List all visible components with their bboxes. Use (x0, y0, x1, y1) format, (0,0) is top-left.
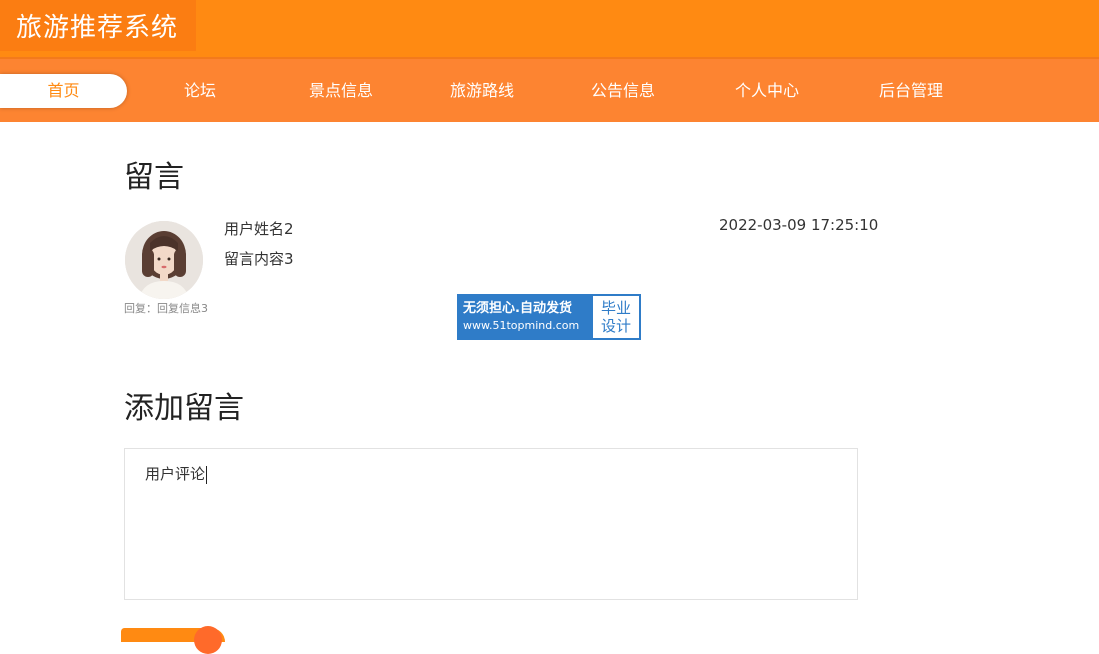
text-caret (206, 465, 208, 484)
main-nav: 首页 论坛 景点信息 旅游路线 公告信息 个人中心 后台管理 (0, 57, 1099, 122)
nav-item-routes[interactable]: 旅游路线 (432, 74, 532, 108)
comment-textarea[interactable]: 用户评论 (124, 448, 858, 600)
messages-section-title: 留言 (124, 160, 184, 195)
nav-item-personal-center[interactable]: 个人中心 (717, 74, 817, 108)
add-message-section-title: 添加留言 (124, 391, 244, 426)
message-content: 留言内容3 (224, 250, 294, 268)
watermark-line1: 无须担心.自动发货 (463, 301, 572, 316)
top-header: 旅游推荐系统 (0, 0, 1099, 57)
nav-item-attractions[interactable]: 景点信息 (291, 74, 391, 108)
watermark-badge-line2: 设计 (600, 317, 631, 335)
message-reply: 回复：回复信息3 (124, 302, 208, 315)
watermark-text: 无须担心.自动发货 www.51topmind.com (459, 296, 593, 338)
watermark-badge-line1: 毕业 (600, 299, 631, 317)
nav-item-admin[interactable]: 后台管理 (861, 74, 961, 108)
watermark-badge: 无须担心.自动发货 www.51topmind.com 毕业 设计 (457, 294, 641, 340)
comment-textarea-value: 用户评论 (145, 463, 208, 484)
watermark-badge-label: 毕业 设计 (593, 296, 639, 338)
user-avatar (125, 221, 203, 299)
nav-item-announcements[interactable]: 公告信息 (573, 74, 673, 108)
site-title-box: 旅游推荐系统 (0, 0, 196, 51)
message-user-name: 用户姓名2 (224, 220, 294, 238)
comment-text: 用户评论 (145, 465, 206, 483)
submit-button-accent (194, 626, 222, 654)
site-title: 旅游推荐系统 (16, 13, 179, 43)
watermark-line2: www.51topmind.com (463, 319, 580, 332)
nav-item-forum[interactable]: 论坛 (150, 74, 250, 108)
message-timestamp: 2022-03-09 17:25:10 (719, 216, 879, 234)
avatar-illustration-icon (125, 221, 203, 299)
nav-item-home[interactable]: 首页 (0, 74, 127, 108)
